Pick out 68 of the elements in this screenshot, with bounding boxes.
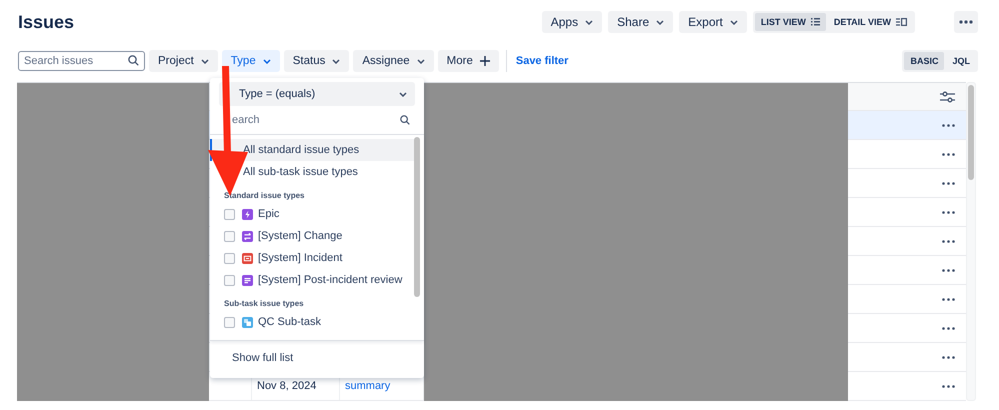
row-actions-icon[interactable]	[942, 240, 955, 242]
dropdown-button[interactable]: Export	[679, 11, 747, 33]
detail-view-icon	[896, 18, 907, 26]
checkbox[interactable]	[224, 208, 235, 220]
option-item[interactable]: [System] Post-incident review	[210, 269, 414, 291]
search-field[interactable]: Search issues	[18, 51, 145, 71]
search-icon	[400, 115, 410, 125]
checkbox[interactable]	[224, 230, 235, 242]
option-label: [System] Change	[258, 230, 342, 242]
option-item[interactable]: Epic	[210, 203, 414, 225]
caret-icon	[585, 20, 594, 24]
plus-icon	[480, 56, 490, 66]
row-actions-icon[interactable]	[942, 384, 955, 388]
checkbox[interactable]	[224, 252, 235, 264]
operator-select[interactable]: Type = (equals)	[219, 82, 415, 106]
show-full-list-link[interactable]: Show full list	[232, 352, 294, 364]
dropdown-button[interactable]: Share	[608, 11, 674, 33]
scrollbar[interactable]	[966, 82, 976, 401]
page-title: Issues	[18, 12, 74, 32]
checkbox[interactable]	[224, 274, 235, 286]
option-item[interactable]: QC Sub-task	[210, 311, 414, 333]
filter-button[interactable]: Status	[284, 50, 350, 72]
option-label: All sub-task issue types	[243, 166, 358, 178]
caret-icon	[656, 20, 664, 24]
filter-button[interactable]: Project	[149, 50, 218, 72]
option-label: Epic	[258, 208, 280, 220]
caret-icon	[262, 58, 271, 64]
date-cell: Nov 8, 2024	[257, 380, 316, 392]
row-actions-icon[interactable]	[942, 210, 955, 214]
option-item[interactable]: All sub-task issue types	[210, 161, 414, 183]
view-tab[interactable]: LIST VIEW	[754, 13, 826, 31]
row-actions-icon[interactable]	[942, 298, 955, 300]
option-item[interactable]: All standard issue types	[210, 139, 414, 161]
row-actions-icon[interactable]	[942, 356, 955, 358]
list-icon	[810, 18, 820, 26]
filter-button[interactable]: Type	[222, 50, 280, 72]
option-label: [System] Incident	[258, 252, 342, 264]
column-settings-icon[interactable]	[940, 90, 955, 102]
option-label: QC Sub-task	[258, 316, 321, 328]
view-tab[interactable]: DETAIL VIEW	[828, 13, 913, 31]
row-actions-icon[interactable]	[942, 268, 955, 272]
row-actions-icon[interactable]	[942, 326, 955, 330]
more-icon	[959, 20, 973, 24]
option-label: [System] Post-incident review	[258, 274, 402, 286]
more-button[interactable]	[954, 11, 978, 33]
row-actions-icon[interactable]	[942, 124, 955, 126]
caret-icon	[416, 58, 425, 64]
search-field[interactable]: earch	[210, 106, 424, 134]
option-item[interactable]: [System] Change	[210, 225, 414, 247]
group-heading: Standard issue types	[223, 190, 306, 202]
row-actions-icon[interactable]	[942, 182, 955, 184]
dropdown-button[interactable]: Apps	[542, 11, 602, 33]
mode-tab[interactable]: JQL	[946, 52, 976, 70]
checkbox[interactable]	[224, 316, 235, 328]
caret-icon	[332, 58, 340, 64]
option-label: All standard issue types	[243, 144, 360, 156]
save-filter-link[interactable]: Save filter	[516, 55, 568, 67]
row-actions-icon[interactable]	[942, 152, 955, 156]
group-heading: Sub-task issue types	[223, 298, 305, 310]
mode-tab[interactable]: BASIC	[904, 52, 944, 70]
filter-button[interactable]: Assignee	[353, 50, 434, 72]
option-item[interactable]: [System] Incident	[210, 247, 414, 269]
caret-icon	[730, 20, 738, 24]
search-icon	[128, 55, 139, 66]
summary-link[interactable]: summary	[345, 380, 390, 392]
caret-icon	[200, 58, 209, 64]
more-filters-button[interactable]: More	[438, 50, 499, 72]
caret-icon	[399, 92, 407, 96]
